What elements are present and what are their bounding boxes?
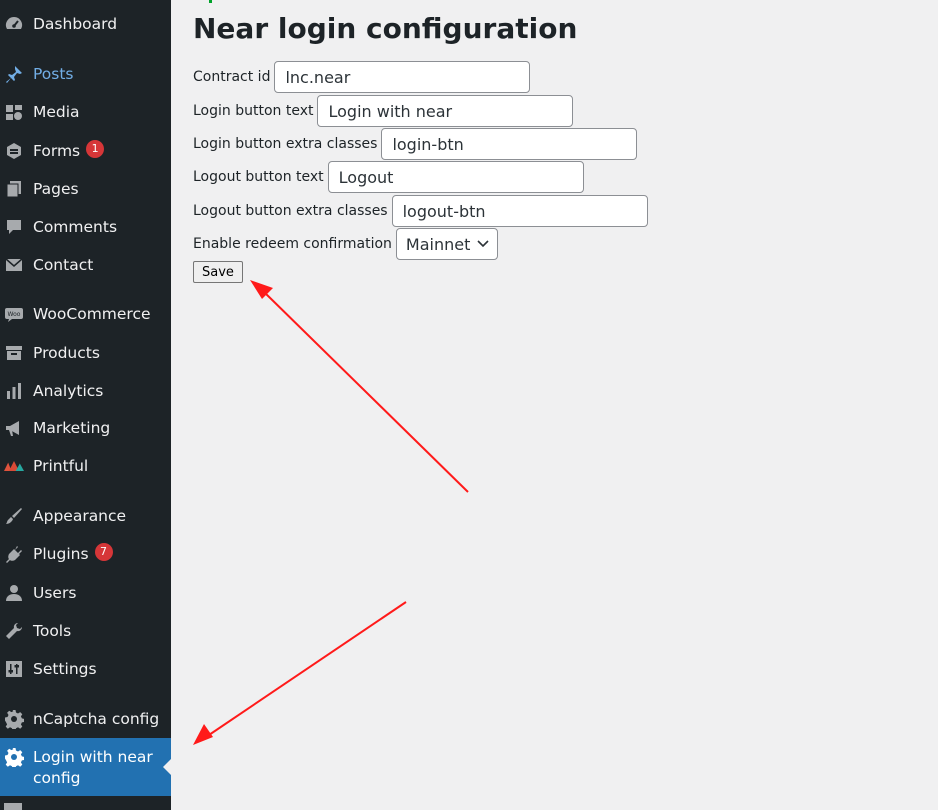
sidebar-item-analytics[interactable]: Analytics [0, 374, 171, 408]
chevron-down-icon [477, 240, 489, 248]
sidebar-item-tools[interactable]: Tools [0, 614, 171, 648]
contract-id-row: Contract id [193, 61, 531, 93]
sidebar-item-label: Settings [33, 660, 97, 678]
gear-icon [4, 747, 24, 767]
sidebar-item-comments[interactable]: Comments [0, 210, 171, 244]
sidebar-item-users[interactable]: Users [0, 576, 171, 610]
sidebar-item-login-with-near-config[interactable]: Login with near config [0, 738, 171, 796]
brush-icon [4, 506, 24, 526]
contract-id-label: Contract id [193, 69, 271, 85]
svg-text:Woo: Woo [8, 311, 21, 318]
forms-icon [4, 141, 24, 161]
active-indicator-arrow [163, 759, 171, 775]
logout-classes-row: Logout button extra classes [193, 195, 648, 227]
sidebar-item-posts[interactable]: Posts [0, 57, 171, 91]
sidebar-item-label: Forms 1 [33, 140, 105, 161]
redeem-confirmation-label: Enable redeem confirmation [193, 236, 392, 252]
sidebar-item-marketing[interactable]: Marketing [0, 411, 171, 445]
sidebar-item-label: Users [33, 584, 77, 602]
sidebar-item-products[interactable]: Products [0, 336, 171, 370]
login-button-text-input[interactable] [317, 95, 574, 127]
admin-sidebar: Dashboard Posts Media Forms 1 Pages Comme… [0, 0, 171, 810]
sidebar-item-woocommerce[interactable]: Woo WooCommerce [0, 297, 171, 331]
pages-icon [4, 179, 24, 199]
logout-extra-classes-input[interactable] [391, 195, 648, 227]
sidebar-item-label: Marketing [33, 419, 111, 437]
sidebar-item-contact[interactable]: Contact [0, 248, 171, 282]
sidebar-item-media[interactable]: Media [0, 95, 171, 129]
sidebar-item-label: Appearance [33, 507, 127, 525]
media-icon [4, 102, 24, 122]
sidebar-item-printful[interactable]: Printful [0, 449, 171, 483]
logout-button-text-label: Logout button text [193, 169, 324, 185]
pin-icon [4, 64, 24, 84]
sidebar-item-pages[interactable]: Pages [0, 172, 171, 206]
sidebar-item-label: Contact [33, 256, 94, 274]
save-button[interactable]: Save [193, 261, 243, 283]
sidebar-item-label: Printful [33, 457, 89, 475]
sidebar-item-label: Media [33, 103, 80, 121]
sidebar-item-label: Products [33, 344, 100, 362]
sidebar-item-settings[interactable]: Settings [0, 652, 171, 686]
network-select[interactable]: Mainnet [395, 228, 499, 260]
login-button-text-label: Login button text [193, 103, 314, 119]
network-select-value: Mainnet [405, 234, 471, 254]
forms-count-badge: 1 [86, 140, 105, 159]
main-content: Near login configuration Contract id Log… [171, 0, 938, 810]
comments-icon [4, 217, 24, 237]
sidebar-item-ncaptcha-config[interactable]: nCaptcha config [0, 702, 171, 736]
login-classes-row: Login button extra classes [193, 128, 638, 160]
logout-text-row: Logout button text [193, 161, 584, 193]
sidebar-item-dashboard[interactable]: Dashboard [0, 7, 171, 41]
login-text-row: Login button text [193, 95, 574, 127]
plugin-icon [4, 544, 24, 564]
dashboard-icon [4, 14, 24, 34]
bar-chart-icon [4, 381, 24, 401]
woocommerce-icon: Woo [4, 304, 24, 324]
redeem-row: Enable redeem confirmation Mainnet [193, 228, 499, 260]
mail-icon [4, 255, 24, 275]
sidebar-item-label: Comments [33, 218, 118, 236]
sidebar-item-label: Posts [33, 65, 74, 83]
login-extra-classes-input[interactable] [381, 128, 638, 160]
sidebar-item-label: Plugins 7 [33, 543, 113, 564]
sidebar-item-label: nCaptcha config [33, 710, 160, 728]
plugins-count-badge: 7 [94, 543, 113, 562]
sidebar-item-label: Dashboard [33, 15, 118, 33]
user-icon [4, 583, 24, 603]
megaphone-icon [4, 418, 24, 438]
gear-icon [4, 709, 24, 729]
sidebar-item-label: WooCommerce [33, 305, 151, 323]
sidebar-item-label: Login with near config [33, 748, 153, 787]
sliders-icon [4, 659, 24, 679]
sidebar-item-label: Tools [33, 622, 72, 640]
logout-extra-classes-label: Logout button extra classes [193, 203, 388, 219]
login-extra-classes-label: Login button extra classes [193, 136, 378, 152]
next-menu-icon [4, 803, 22, 810]
archive-icon [4, 343, 24, 363]
sidebar-item-appearance[interactable]: Appearance [0, 499, 171, 533]
sidebar-item-label: Analytics [33, 382, 104, 400]
sidebar-item-forms[interactable]: Forms 1 [0, 134, 171, 168]
printful-logo-icon [4, 456, 24, 476]
page-title: Near login configuration [193, 12, 578, 45]
logout-button-text-input[interactable] [327, 161, 584, 193]
wrench-icon [4, 621, 24, 641]
contract-id-input[interactable] [274, 61, 531, 93]
sidebar-item-plugins[interactable]: Plugins 7 [0, 537, 171, 571]
notice-edge [209, 0, 212, 3]
sidebar-item-label: Pages [33, 180, 79, 198]
